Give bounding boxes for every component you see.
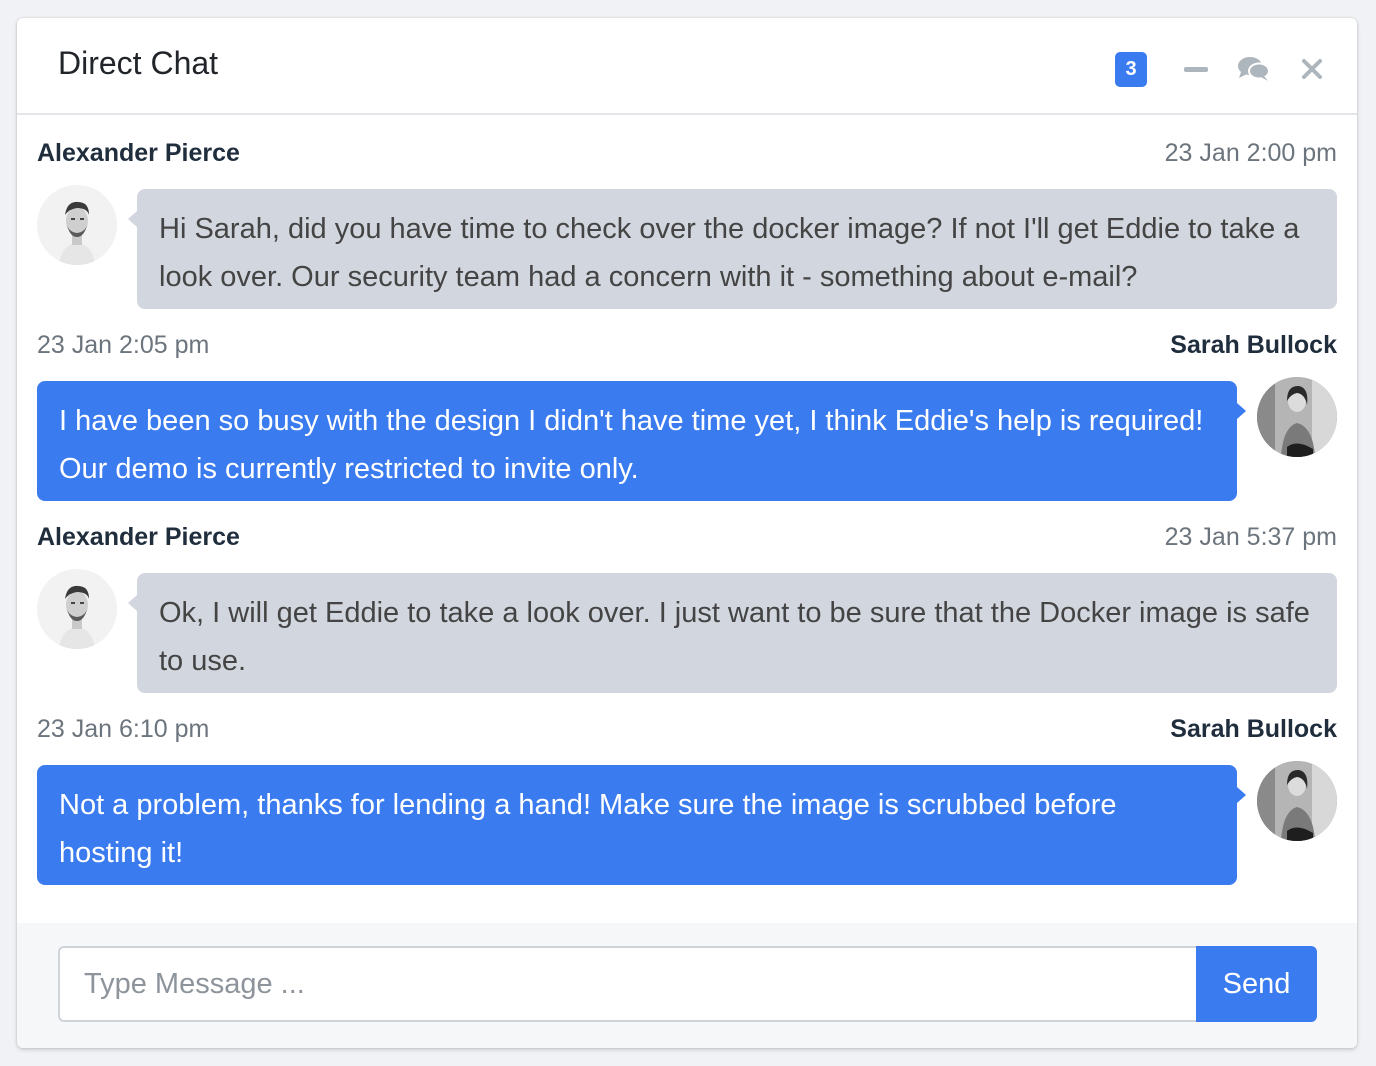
send-button[interactable]: Send [1196,946,1317,1022]
user-avatar-icon [1257,377,1337,457]
minus-icon [1184,66,1208,72]
message-input[interactable] [58,946,1196,1022]
card-header: Direct Chat 3 [17,18,1357,115]
direct-chat-card: Direct Chat 3 Alexander Pierce 23 Jan 2:… [17,18,1357,1048]
collapse-button[interactable] [1171,51,1221,87]
avatar-alexander-pierce [37,569,117,649]
new-messages-badge: 3 [1115,51,1147,87]
card-footer: Send [17,923,1357,1048]
sender-name: Alexander Pierce [37,523,240,551]
message-info: Sarah Bullock 23 Jan 2:05 pm [37,331,1337,363]
sender-name: Sarah Bullock [1170,331,1337,359]
message-info: Alexander Pierce 23 Jan 2:00 pm [37,139,1337,171]
user-avatar-icon [37,569,117,649]
message-timestamp: 23 Jan 2:05 pm [37,331,210,359]
message-text: Not a problem, thanks for lending a hand… [37,765,1246,885]
remove-button[interactable] [1287,51,1337,87]
message-timestamp: 23 Jan 5:37 pm [1164,523,1337,551]
message-info: Sarah Bullock 23 Jan 6:10 pm [37,715,1337,747]
message-timestamp: 23 Jan 2:00 pm [1164,139,1337,167]
close-icon [1302,59,1322,79]
message-text: I have been so busy with the design I di… [37,381,1246,501]
card-tools: 3 [1115,51,1337,87]
sender-name: Alexander Pierce [37,139,240,167]
card-title: Direct Chat [58,45,219,81]
user-avatar-icon [1257,761,1337,841]
message-timestamp: 23 Jan 6:10 pm [37,715,210,743]
user-avatar-icon [37,185,117,265]
avatar-sarah-bullock [1257,377,1337,457]
message-text: Hi Sarah, did you have time to check ove… [128,189,1337,309]
contacts-toggle-button[interactable] [1229,51,1279,87]
message-text: Ok, I will get Eddie to take a look over… [128,573,1337,693]
avatar-sarah-bullock [1257,761,1337,841]
sender-name: Sarah Bullock [1170,715,1337,743]
send-message-form: Send [58,946,1317,1022]
chat-messages: Alexander Pierce 23 Jan 2:00 pm Hi Sarah… [17,115,1357,923]
comments-icon [1238,57,1270,81]
avatar-alexander-pierce [37,185,117,265]
message-info: Alexander Pierce 23 Jan 5:37 pm [37,523,1337,555]
